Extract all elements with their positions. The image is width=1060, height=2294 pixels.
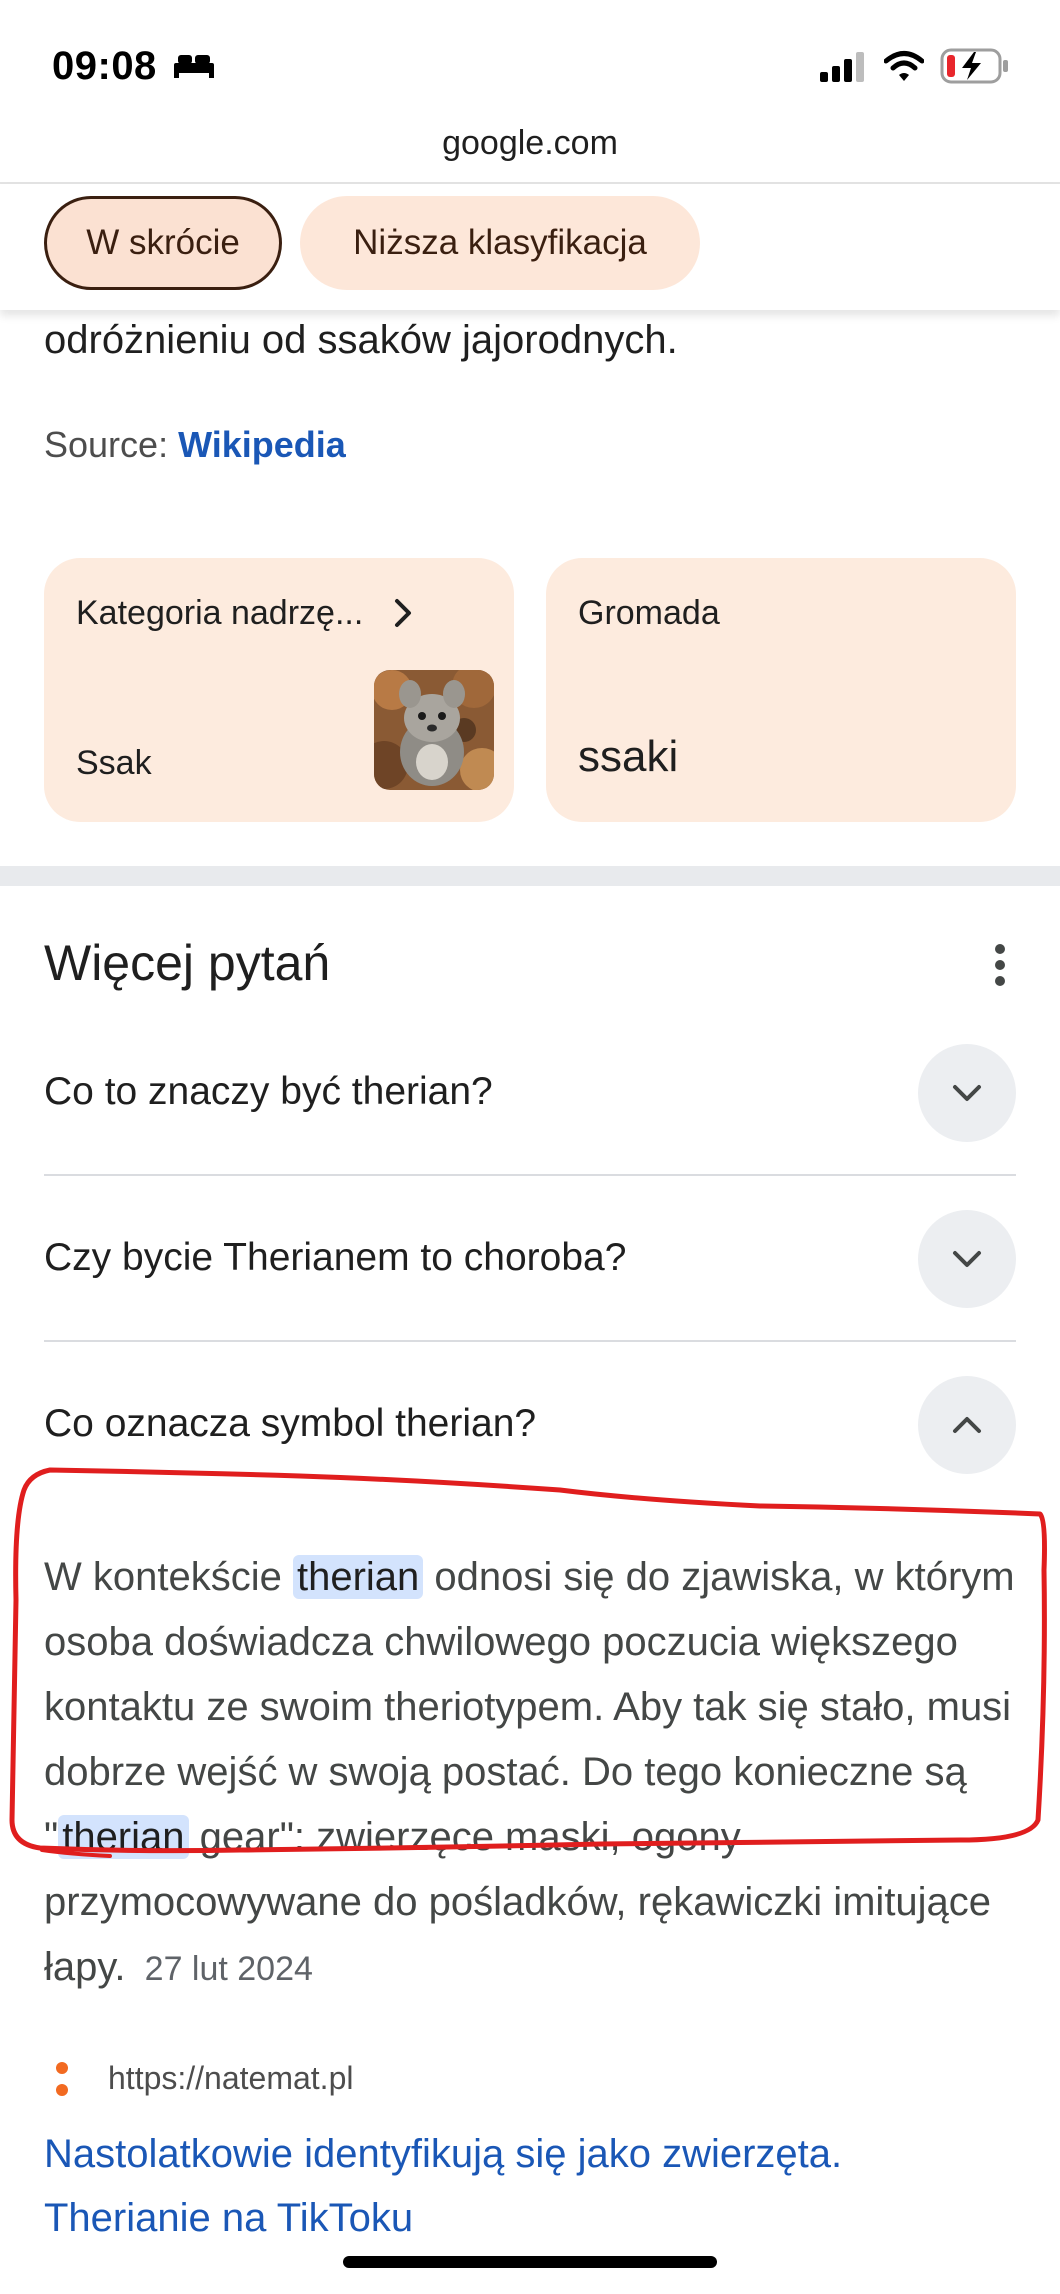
card-title: Gromada — [578, 594, 720, 632]
source-line: Source: Wikipedia — [44, 424, 346, 466]
status-time: 09:08 — [52, 44, 216, 89]
site-favicon — [50, 2060, 74, 2098]
chevron-right-icon — [394, 599, 411, 627]
chevron-up-icon — [953, 1417, 981, 1433]
expand-question-1-button[interactable] — [918, 1044, 1016, 1142]
source-url[interactable]: https://natemat.pl — [108, 2060, 353, 2097]
description-text: odróżnieniu od ssaków jajorodnych. — [44, 318, 678, 362]
sleep-mode-icon — [174, 55, 215, 78]
card-title: Kategoria nadrzę... — [76, 594, 415, 633]
question-2[interactable]: Czy bycie Therianem to choroba? — [44, 1236, 626, 1280]
divider — [44, 1174, 1016, 1176]
answer-date: 27 lut 2024 — [144, 1950, 313, 1988]
card-value: ssaki — [578, 732, 679, 781]
divider — [44, 1340, 1016, 1342]
card-parent-category[interactable]: Kategoria nadrzę... Ssak — [44, 558, 514, 822]
wifi-icon — [884, 51, 924, 81]
question-1[interactable]: Co to znaczy być therian? — [44, 1070, 493, 1114]
highlight-term: therian — [58, 1815, 189, 1859]
section-divider — [0, 866, 1060, 886]
source-label: Source: — [44, 424, 179, 465]
chevron-down-icon — [953, 1085, 981, 1101]
chevron-down-icon — [953, 1251, 981, 1267]
answer-text: W kontekście therian odnosi się do zjawi… — [44, 1555, 1015, 1989]
card-value: Ssak — [76, 744, 152, 782]
more-questions-title: Więcej pytań — [44, 935, 331, 991]
more-options-icon[interactable] — [988, 942, 1012, 988]
question-3[interactable]: Co oznacza symbol therian? — [44, 1402, 536, 1446]
source-link[interactable]: Wikipedia — [178, 424, 346, 465]
signal-icon — [820, 52, 864, 82]
collapse-question-3-button[interactable] — [918, 1376, 1016, 1474]
filter-chip-bar: W skrócie Niższa klasyfikacja — [0, 184, 1060, 310]
chip-w-skrocie[interactable]: W skrócie — [44, 196, 282, 290]
chip-nizsza-klasyfikacja[interactable]: Niższa klasyfikacja — [300, 196, 700, 290]
url-domain[interactable]: google.com — [0, 124, 1060, 163]
animal-thumbnail — [374, 670, 494, 790]
battery-charging-icon — [940, 48, 1008, 84]
highlight-term: therian — [292, 1555, 424, 1599]
source-title-link[interactable]: Nastolatkowie identyfikują się jako zwie… — [44, 2122, 1004, 2250]
card-class[interactable]: Gromada ssaki — [546, 558, 1016, 822]
expand-question-2-button[interactable] — [918, 1210, 1016, 1308]
home-indicator[interactable] — [343, 2256, 717, 2268]
